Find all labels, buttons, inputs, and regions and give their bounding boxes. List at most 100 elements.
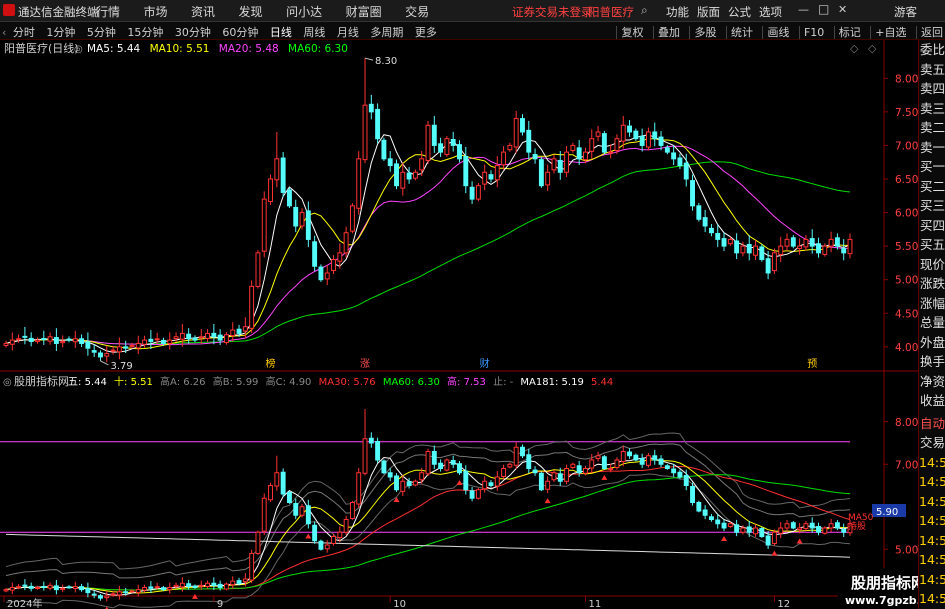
btn-diejia[interactable]: 叠加 [652, 26, 680, 39]
period-15min[interactable]: 15分钟 [127, 26, 163, 39]
lower-candle-body [198, 584, 204, 587]
sidebar-buy1[interactable]: 买一 [919, 157, 945, 177]
lower-candle-body [161, 587, 166, 591]
sidebar-trade[interactable]: 交易 [919, 433, 945, 453]
panel-close-icon[interactable]: ◇ [868, 42, 877, 55]
menu-gongneng[interactable]: 功能 [666, 4, 689, 20]
period-multi[interactable]: 多周期 [370, 26, 403, 39]
lower-candle-body [721, 522, 727, 529]
menu-xuanxiang[interactable]: 选项 [759, 4, 782, 20]
btn-fuquan[interactable]: 复权 [616, 26, 644, 39]
btn-biaoji[interactable]: 标记 [833, 26, 861, 39]
lower-candle-body [740, 527, 746, 533]
period-weekly[interactable]: 周线 [303, 26, 325, 39]
candle-body [645, 131, 651, 148]
candle-body [47, 336, 53, 342]
candle-body [161, 339, 166, 344]
candle-body [551, 158, 557, 171]
kline-chart[interactable]: 8.00 7.50 7.00 6.50 6.00 5.50 5.00 4.50 4.00 8.0… [0, 40, 945, 609]
period-monthly[interactable]: 月线 [337, 26, 359, 39]
menu-item-hangqing[interactable]: 行情 [96, 5, 120, 19]
sidebar-sell2[interactable]: 卖二 [919, 118, 945, 138]
sidebar-jingzi[interactable]: 净资 [919, 372, 945, 392]
candle-body [123, 346, 129, 349]
top-stock-name[interactable]: 阳普医疗 [588, 4, 634, 20]
lower-candles [3, 409, 853, 609]
legend-ma30-value: 5.76 [353, 377, 375, 388]
candle-body [22, 335, 28, 338]
sidebar-huanshou[interactable]: 换手 [919, 352, 945, 372]
sidebar-zhangdie[interactable]: 涨跌 [919, 274, 945, 294]
period-5min[interactable]: 5分钟 [87, 26, 116, 39]
lower-candle-body [841, 529, 847, 533]
sidebar-shouyi[interactable]: 收益 [919, 391, 945, 411]
lower-legend: 五: 5.44 十: 5.51 高A: 6.26 高B: 5.99 高C: 4.… [68, 375, 613, 388]
menu-item-shichang[interactable]: 市场 [144, 5, 168, 19]
lower-candle-body [564, 468, 570, 482]
candle-body [520, 118, 525, 133]
menu-item-caifuquan[interactable]: 财富圈 [346, 5, 382, 19]
left-arrow-icon[interactable]: ‹ [2, 26, 6, 39]
period-more[interactable]: 更多 [415, 26, 437, 39]
sidebar-buy2[interactable]: 买二 [919, 177, 945, 197]
legend-ma5-value: 5.44 [117, 43, 141, 55]
period-fenshi[interactable]: 分时 [13, 26, 35, 39]
lower-expand-icon[interactable]: ◎ [3, 377, 12, 388]
menu-item-wenxiaoda[interactable]: 问小达 [286, 5, 322, 19]
btn-fanhui[interactable]: 返回 [916, 26, 943, 39]
trade-status-text[interactable]: 证券交易未登录 [512, 4, 593, 20]
sidebar-sell3[interactable]: 卖三 [919, 99, 945, 119]
lower-candle-body [387, 472, 393, 478]
period-30min[interactable]: 30分钟 [175, 26, 211, 39]
btn-duogu[interactable]: 多股 [689, 26, 717, 39]
menu-item-zixun[interactable]: 资讯 [191, 5, 215, 19]
close-icon[interactable]: ✕ [838, 3, 847, 16]
minimize-icon[interactable]: — [798, 3, 809, 16]
period-60min[interactable]: 60分钟 [222, 26, 258, 39]
menu-banmian[interactable]: 版面 [697, 4, 720, 20]
lower-candle-body [419, 472, 425, 481]
sidebar-sell4[interactable]: 卖四 [919, 79, 945, 99]
candle-body [771, 252, 777, 272]
guest-login[interactable]: 游客 [894, 4, 917, 20]
panel-settings-icon[interactable]: ◇ [850, 42, 859, 55]
lower-candle-body [557, 473, 563, 482]
candle-body [595, 131, 601, 137]
title-search-icon[interactable]: ⌕ [641, 3, 648, 18]
sidebar-xianjia[interactable]: 现价 [919, 255, 945, 275]
btn-tongji[interactable]: 统计 [725, 26, 753, 39]
lower-candle-body [790, 522, 796, 529]
upper-expand-icon[interactable]: ◎ [74, 44, 83, 55]
lower-candle-body [797, 527, 803, 531]
candle-body [677, 157, 683, 167]
period-1min[interactable]: 1分钟 [46, 26, 75, 39]
maximize-icon[interactable]: □ [818, 2, 829, 16]
sidebar-sell1[interactable]: 卖一 [919, 138, 945, 158]
menu-item-faxian[interactable]: 发现 [239, 5, 263, 19]
candle-body [255, 252, 261, 287]
side-label: 持股 [848, 520, 866, 532]
btn-huaxian[interactable]: 画线 [762, 26, 790, 39]
lower-candle-body [148, 586, 154, 589]
btn-f10[interactable]: F10 [798, 26, 825, 39]
lower-candle-body [261, 497, 267, 532]
sidebar-zhangfu[interactable]: 涨幅 [919, 294, 945, 314]
sidebar-auto[interactable]: 自动 [919, 414, 945, 434]
period-daily[interactable]: 日线 [270, 26, 292, 39]
sidebar-waipan[interactable]: 外盘 [919, 333, 945, 353]
sidebar-weibi[interactable]: 委比 [919, 40, 945, 60]
btn-zixuan[interactable]: +自选 [870, 26, 907, 39]
sidebar-sell5[interactable]: 卖五 [919, 60, 945, 80]
menu-item-jiaoyi[interactable]: 交易 [405, 5, 429, 19]
sidebar-zongliang[interactable]: 总量 [919, 313, 945, 333]
sidebar-buy4[interactable]: 买四 [919, 216, 945, 236]
sidebar-buy5[interactable]: 买五 [919, 235, 945, 255]
lower-candle-body [167, 587, 173, 591]
app-title: 通达信金融终端 [18, 5, 99, 19]
upper-y-label: 6.00 [895, 208, 918, 220]
ma60-line [5, 161, 851, 345]
sidebar-buy3[interactable]: 买三 [919, 196, 945, 216]
candle-body [475, 185, 481, 200]
candle-body [444, 138, 450, 156]
menu-gongshi[interactable]: 公式 [728, 4, 751, 20]
